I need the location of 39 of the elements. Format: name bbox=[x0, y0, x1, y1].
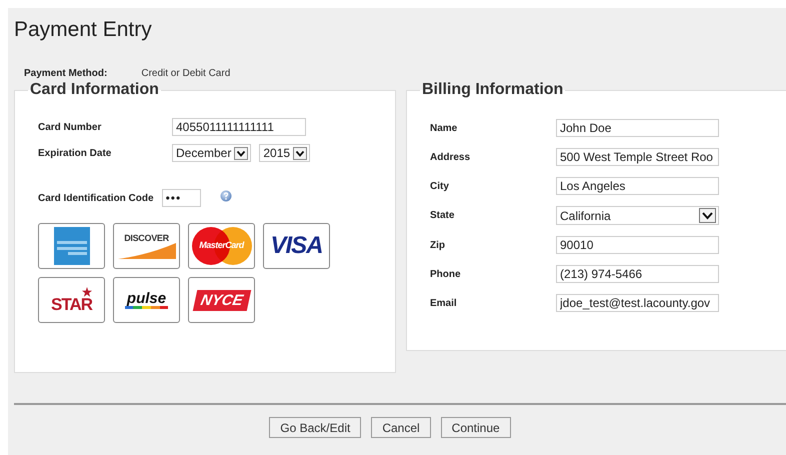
action-button[interactable]: Cancel bbox=[371, 417, 431, 438]
page-title: Payment Entry bbox=[14, 18, 153, 42]
input-field[interactable]: John Doe bbox=[556, 119, 719, 137]
year-select[interactable]: 2015 bbox=[259, 144, 310, 162]
input-field[interactable]: 90010 bbox=[556, 236, 719, 254]
credit-card-logo bbox=[38, 223, 105, 269]
field-label: Card Number bbox=[38, 122, 102, 132]
input-field[interactable]: Los Angeles bbox=[556, 177, 719, 195]
caret-icon bbox=[234, 146, 248, 160]
section-heading: Card Information bbox=[29, 81, 160, 99]
input-field[interactable]: 500 West Temple Street Roo bbox=[556, 148, 719, 166]
discover-logo: DISCOVER bbox=[113, 223, 180, 269]
field-label: Phone bbox=[430, 268, 462, 280]
field-label: Payment Method: bbox=[24, 68, 108, 79]
payment-method-value: Credit or Debit Card bbox=[141, 68, 230, 79]
field-label: Zip bbox=[430, 240, 446, 250]
action-button[interactable]: Go Back/Edit bbox=[269, 417, 362, 438]
field-label: Address bbox=[430, 152, 472, 162]
field-label: Name bbox=[430, 122, 458, 134]
field-label: Card Identification Code bbox=[38, 192, 154, 204]
field-label: Expiration Date bbox=[38, 148, 112, 158]
input-field[interactable]: 4055011111111111 bbox=[172, 118, 306, 136]
pulse-logo: pulse bbox=[113, 277, 180, 323]
input-field[interactable]: (213) 974-5466 bbox=[556, 265, 719, 283]
field-label: State bbox=[430, 210, 456, 221]
section-heading: Billing Information bbox=[421, 81, 564, 99]
caret-icon bbox=[699, 208, 716, 223]
star-logo: STAR bbox=[38, 277, 105, 323]
month-select[interactable]: December bbox=[172, 144, 252, 162]
password-field[interactable]: ••• bbox=[162, 189, 201, 207]
field-label: City bbox=[430, 180, 450, 192]
visa-logo: VISA bbox=[263, 223, 330, 269]
help-icon[interactable] bbox=[220, 190, 232, 202]
state-select[interactable]: California bbox=[556, 206, 719, 225]
field-label: Email bbox=[430, 298, 458, 308]
caret-icon bbox=[293, 146, 308, 160]
input-field[interactable]: jdoe_test@test.lacounty.gov bbox=[556, 294, 719, 312]
nyce-logo: NYCE bbox=[188, 277, 255, 323]
action-button[interactable]: Continue bbox=[440, 417, 511, 438]
